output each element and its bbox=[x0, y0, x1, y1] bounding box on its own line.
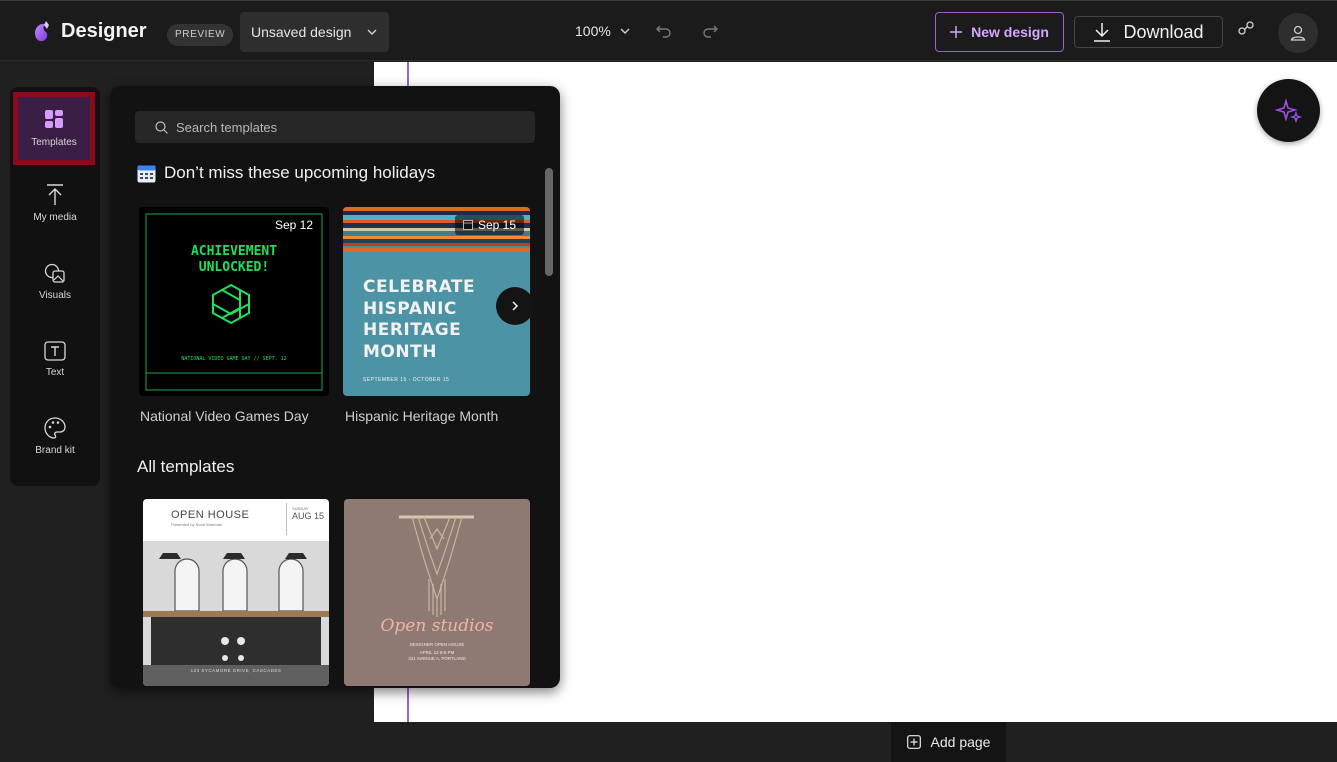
rail-item-label: Text bbox=[45, 367, 65, 378]
date-badge: Sep 15 bbox=[454, 215, 524, 235]
card-footer: 123 SYCAMORE DRIVE, CASCADES bbox=[190, 668, 282, 673]
bottom-bar bbox=[0, 722, 1337, 762]
chevron-right-icon bbox=[512, 301, 519, 311]
rail-item-label: My media bbox=[33, 212, 77, 223]
share-icon[interactable] bbox=[1237, 20, 1255, 38]
all-templates-heading: All templates bbox=[137, 457, 234, 477]
date-text: Sep 12 bbox=[274, 218, 313, 232]
add-page-button[interactable]: Add page bbox=[891, 722, 1006, 762]
card-line: APRIL 12 8-6 PM bbox=[419, 650, 455, 655]
plus-icon bbox=[950, 26, 963, 38]
template-card-open-studios[interactable]: Open studios DESIGNER OPEN HOUSE APRIL 1… bbox=[344, 499, 530, 686]
zoom-dropdown[interactable]: 100% bbox=[575, 23, 631, 39]
new-design-label: New design bbox=[971, 24, 1049, 40]
search-icon bbox=[155, 120, 168, 134]
rail-item-visuals[interactable]: Visuals bbox=[10, 262, 100, 301]
download-label: Download bbox=[1123, 21, 1204, 42]
visuals-icon bbox=[44, 263, 65, 283]
design-name-dropdown[interactable]: Unsaved design bbox=[240, 12, 389, 52]
holidays-heading: Don’t miss these upcoming holidays bbox=[137, 163, 435, 183]
template-card-open-house[interactable]: OPEN HOUSE Presented by Scott Sherman SU… bbox=[143, 499, 329, 686]
headline-line: MONTH bbox=[363, 341, 437, 362]
calendar-icon bbox=[463, 220, 473, 230]
card-line: DESIGNER OPEN HOUSE bbox=[409, 642, 465, 647]
rail-item-label: Brand kit bbox=[35, 445, 75, 456]
headline-line: HISPANIC bbox=[363, 298, 457, 319]
date-text: Sep 15 bbox=[477, 218, 516, 232]
search-placeholder: Search templates bbox=[176, 119, 278, 135]
upload-icon bbox=[47, 184, 63, 205]
top-bar: Designer PREVIEW Unsaved design 100% New… bbox=[0, 0, 1337, 61]
rail-item-label: Visuals bbox=[38, 290, 72, 301]
all-templates-title: All templates bbox=[137, 457, 235, 476]
headline-line: HERITAGE bbox=[363, 320, 462, 340]
preview-badge: PREVIEW bbox=[167, 24, 234, 46]
rail-item-text[interactable]: Text bbox=[10, 341, 100, 378]
account-avatar[interactable] bbox=[1278, 13, 1318, 53]
headline-line: CELEBRATE bbox=[363, 277, 476, 297]
designer-logo-icon bbox=[35, 21, 49, 42]
undo-icon[interactable] bbox=[655, 22, 673, 40]
sparkle-icon bbox=[1274, 97, 1302, 123]
brand-name: Designer bbox=[61, 19, 147, 42]
template-card-video-games-day[interactable]: ACHIEVEMENT UNLOCKED! NATIONAL VIDEO GAM… bbox=[139, 207, 329, 396]
card-headline: ACHIEVEMENT UNLOCKED! bbox=[139, 244, 329, 276]
headline-line: UNLOCKED! bbox=[198, 260, 270, 275]
kitchen-photo bbox=[143, 541, 329, 686]
card-label[interactable]: Hispanic Heritage Month bbox=[345, 408, 498, 424]
date-badge: Sep 12 bbox=[266, 215, 321, 235]
chevron-down-icon bbox=[620, 28, 630, 34]
rail-item-brand-kit[interactable]: Brand kit bbox=[10, 417, 100, 456]
card-footer: NATIONAL VIDEO GAME DAY // SEPT. 12 bbox=[181, 356, 287, 362]
card-label[interactable]: National Video Games Day bbox=[140, 408, 309, 424]
card-script-title: Open studios bbox=[380, 616, 494, 636]
macrame-illustration bbox=[399, 515, 474, 617]
carousel-next-button[interactable] bbox=[496, 287, 534, 325]
search-input[interactable]: Search templates bbox=[135, 111, 535, 143]
side-rail: Templates My media Visuals Text Brand ki… bbox=[10, 87, 100, 486]
card-footer: SEPTEMBER 15 - OCTOBER 15 bbox=[363, 377, 450, 383]
holidays-title: Don’t miss these upcoming holidays bbox=[164, 163, 436, 182]
user-icon bbox=[1290, 25, 1306, 41]
add-page-icon bbox=[906, 735, 921, 749]
card-header: OPEN HOUSE Presented by Scott Sherman SU… bbox=[143, 499, 329, 541]
download-icon bbox=[1094, 23, 1111, 42]
templates-panel: Search templates Don’t miss these upcomi… bbox=[110, 86, 560, 688]
template-thumbnail bbox=[145, 213, 323, 391]
rail-item-label: Templates bbox=[31, 137, 77, 148]
card-line: 321 AVENUE A, PORTLAND bbox=[408, 656, 466, 661]
card-headline: CELEBRATE HISPANIC HERITAGE MONTH bbox=[363, 277, 475, 363]
card-date: AUG 15 bbox=[292, 511, 325, 521]
copilot-button[interactable] bbox=[1257, 79, 1320, 142]
card-subtitle: Presented by Scott Sherman bbox=[171, 522, 223, 527]
rail-item-my-media[interactable]: My media bbox=[10, 184, 100, 223]
palette-icon bbox=[44, 417, 66, 439]
divider bbox=[286, 503, 287, 535]
download-button[interactable]: Download bbox=[1074, 16, 1223, 48]
chevron-down-icon bbox=[367, 29, 377, 35]
rail-item-templates[interactable]: Templates bbox=[13, 92, 95, 165]
design-name-label: Unsaved design bbox=[251, 24, 352, 40]
redo-icon[interactable] bbox=[701, 22, 719, 40]
headline-line: ACHIEVEMENT bbox=[190, 244, 278, 259]
brand[interactable]: Designer bbox=[31, 19, 147, 43]
add-page-label: Add page bbox=[930, 734, 991, 750]
calendar-icon bbox=[137, 165, 156, 182]
templates-icon bbox=[45, 110, 63, 128]
scrollbar[interactable] bbox=[545, 168, 553, 276]
new-design-button[interactable]: New design bbox=[935, 12, 1064, 52]
zoom-level: 100% bbox=[575, 23, 611, 39]
text-icon bbox=[44, 341, 66, 361]
card-title: OPEN HOUSE bbox=[171, 509, 250, 521]
